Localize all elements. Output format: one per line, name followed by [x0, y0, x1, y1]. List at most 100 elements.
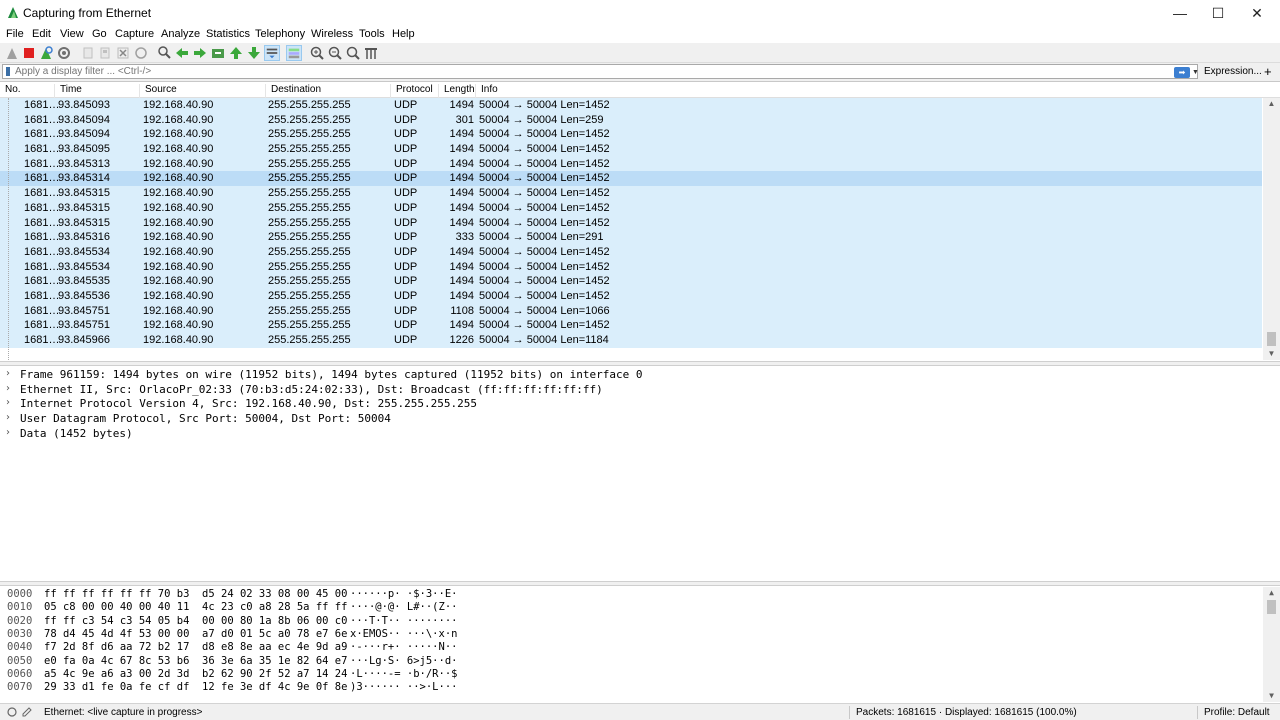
menu-edit[interactable]: Edit — [32, 28, 51, 40]
packet-info: 50004 → 50004 Len=259 — [479, 113, 604, 126]
packet-row[interactable]: 1681… 93.845094 192.168.40.90 255.255.255.2… — [0, 127, 1262, 143]
packet-row[interactable]: 1681… 93.845966 192.168.40.90 255.255.255.2… — [0, 333, 1262, 348]
main-toolbar — [0, 43, 1280, 63]
go-forward-icon[interactable] — [192, 45, 208, 61]
minimize-button[interactable]: — — [1160, 0, 1200, 26]
column-header-source[interactable]: Source — [140, 84, 266, 98]
menu-capture[interactable]: Capture — [115, 28, 154, 40]
packet-source: 192.168.40.90 — [143, 172, 214, 185]
stop-capture-icon[interactable] — [21, 45, 37, 61]
packet-time: 93.845534 — [58, 245, 110, 258]
detail-row-udp[interactable]: › User Datagram Protocol, Src Port: 50004… — [0, 411, 1280, 426]
go-last-icon[interactable] — [246, 45, 262, 61]
scrollbar-thumb[interactable] — [1267, 600, 1276, 614]
menu-help[interactable]: Help — [392, 28, 415, 40]
byte-hex: a5 4c 9e a6 a3 00 2d 3d b2 62 90 2f 52 a… — [44, 667, 348, 680]
column-header-destination[interactable]: Destination — [266, 84, 391, 98]
column-header-info[interactable]: Info — [476, 84, 1262, 98]
save-file-icon[interactable] — [97, 45, 113, 61]
scroll-down-icon[interactable]: ▼ — [1263, 348, 1280, 360]
scroll-up-icon[interactable]: ▲ — [1263, 98, 1280, 110]
packet-protocol: UDP — [394, 304, 418, 317]
packet-row[interactable]: 1681… 93.845313 192.168.40.90 255.255.255.2… — [0, 156, 1262, 172]
go-back-icon[interactable] — [174, 45, 190, 61]
expand-chevron-icon[interactable]: › — [6, 368, 10, 379]
expression-button[interactable]: Expression... — [1204, 66, 1262, 77]
detail-row-ethernet[interactable]: › Ethernet II, Src: OrlacoPr_02:33 (70:b3… — [0, 382, 1280, 397]
packet-row[interactable]: 1681… 93.845093 192.168.40.90 255.255.255.2… — [0, 98, 1262, 113]
column-header-length[interactable]: Length — [439, 84, 476, 98]
normal-size-icon[interactable] — [345, 45, 361, 61]
packet-row[interactable]: 1681… 93.845535 192.168.40.90 255.255.255.2… — [0, 274, 1262, 289]
menu-view[interactable]: View — [60, 28, 84, 40]
close-window-button[interactable]: ✕ — [1237, 0, 1277, 26]
expand-chevron-icon[interactable]: › — [6, 397, 10, 408]
bytes-scrollbar[interactable]: ▲ ▼ — [1263, 587, 1280, 702]
packet-row[interactable]: 1681… 93.845314 192.168.40.90 255.255.255.2… — [0, 171, 1262, 187]
reload-file-icon[interactable] — [133, 45, 149, 61]
autoscroll-icon[interactable] — [264, 45, 280, 61]
packet-row[interactable]: 1681… 93.845315 192.168.40.90 255.255.255.2… — [0, 215, 1262, 231]
packet-row[interactable]: 1681… 93.845534 192.168.40.90 255.255.255.2… — [0, 244, 1262, 260]
maximize-button[interactable]: ☐ — [1198, 0, 1238, 26]
packet-number: 1681… — [24, 157, 60, 170]
byte-hex: 78 d4 45 4d 4f 53 00 00 a7 d0 01 5c a0 7… — [44, 627, 348, 640]
packet-info: 50004 → 50004 Len=1452 — [479, 289, 610, 302]
resize-columns-icon[interactable] — [363, 45, 379, 61]
expand-chevron-icon[interactable]: › — [6, 427, 10, 438]
scroll-up-icon[interactable]: ▲ — [1263, 587, 1280, 599]
packet-row[interactable]: 1681… 93.845536 192.168.40.90 255.255.255.2… — [0, 288, 1262, 304]
capture-options-icon[interactable] — [56, 45, 72, 61]
detail-row-frame[interactable]: › Frame 961159: 1494 bytes on wire (11952… — [0, 367, 1280, 382]
expand-chevron-icon[interactable]: › — [6, 412, 10, 423]
close-file-icon[interactable] — [115, 45, 131, 61]
menu-tools[interactable]: Tools — [359, 28, 385, 40]
byte-ascii: ·L····-= ·b·/R··$ — [350, 667, 458, 680]
menu-telephony[interactable]: Telephony — [255, 28, 305, 40]
go-first-icon[interactable] — [228, 45, 244, 61]
packet-row[interactable]: 1681… 93.845534 192.168.40.90 255.255.255.2… — [0, 259, 1262, 275]
packet-number: 1681… — [24, 201, 60, 214]
colorize-icon[interactable] — [286, 45, 302, 61]
menu-analyze[interactable]: Analyze — [161, 28, 200, 40]
display-filter-input[interactable] — [15, 65, 1165, 78]
edit-comment-icon[interactable] — [22, 707, 32, 717]
capture-status-icon[interactable] — [7, 707, 17, 717]
packet-row[interactable]: 1681… 93.845751 192.168.40.90 255.255.255.2… — [0, 318, 1262, 333]
filter-history-dropdown-icon[interactable]: ▼ — [1192, 69, 1199, 76]
zoom-in-icon[interactable] — [309, 45, 325, 61]
apply-filter-arrow-icon[interactable]: ➡ — [1174, 67, 1190, 78]
packet-list-scrollbar[interactable]: ▲ ▼ — [1263, 98, 1280, 360]
go-to-packet-icon[interactable] — [210, 45, 226, 61]
shark-fin-start-icon[interactable] — [4, 45, 20, 61]
bookmark-icon[interactable] — [6, 67, 10, 76]
detail-row-data[interactable]: › Data (1452 bytes) — [0, 426, 1280, 441]
menu-wireless[interactable]: Wireless — [311, 28, 353, 40]
detail-row-ipv4[interactable]: › Internet Protocol Version 4, Src: 192.1… — [0, 396, 1280, 411]
scroll-down-icon[interactable]: ▼ — [1263, 690, 1280, 702]
pane-splitter-bottom[interactable] — [0, 581, 1280, 586]
menu-file[interactable]: File — [6, 28, 24, 40]
packet-length: 1494 — [449, 157, 474, 170]
packet-row[interactable]: 1681… 93.845095 192.168.40.90 255.255.255.2… — [0, 142, 1262, 157]
packet-row[interactable]: 1681… 93.845094 192.168.40.90 255.255.255.2… — [0, 112, 1262, 128]
scrollbar-thumb[interactable] — [1267, 332, 1276, 346]
packet-row[interactable]: 1681… 93.845315 192.168.40.90 255.255.255.2… — [0, 200, 1262, 216]
menu-go[interactable]: Go — [92, 28, 107, 40]
display-filter-field: ➡ ▼ — [2, 64, 1199, 79]
byte-offset: 0040 — [7, 641, 33, 654]
zoom-out-icon[interactable] — [327, 45, 343, 61]
expand-chevron-icon[interactable]: › — [6, 383, 10, 394]
restart-capture-icon[interactable] — [38, 45, 54, 61]
add-filter-button[interactable]: + — [1264, 64, 1272, 79]
find-packet-icon[interactable] — [156, 45, 172, 61]
column-header-no[interactable]: No. — [0, 84, 55, 98]
open-file-icon[interactable] — [80, 45, 96, 61]
profile-status[interactable]: Profile: Default — [1204, 707, 1270, 718]
packet-row[interactable]: 1681… 93.845316 192.168.40.90 255.255.255.2… — [0, 230, 1262, 245]
packet-row[interactable]: 1681… 93.845315 192.168.40.90 255.255.255.2… — [0, 186, 1262, 201]
packet-row[interactable]: 1681… 93.845751 192.168.40.90 255.255.255.2… — [0, 303, 1262, 319]
menu-statistics[interactable]: Statistics — [206, 28, 250, 40]
column-header-protocol[interactable]: Protocol — [391, 84, 439, 98]
column-header-time[interactable]: Time — [55, 84, 140, 98]
